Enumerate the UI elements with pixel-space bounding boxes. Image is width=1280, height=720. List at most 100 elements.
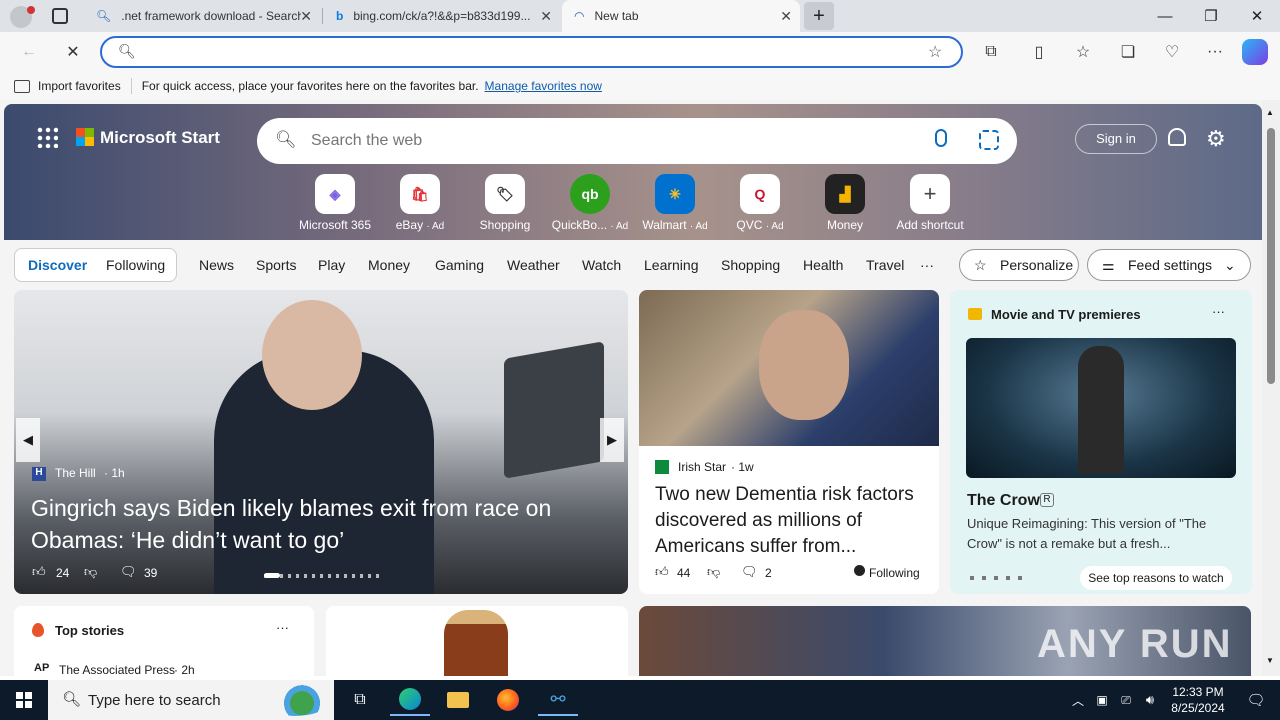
favorite-star-icon[interactable]: ☆ bbox=[928, 42, 942, 62]
extensions-icon[interactable]: ⧉ bbox=[976, 38, 1006, 66]
tab-actions-icon[interactable] bbox=[52, 8, 68, 24]
address-input[interactable] bbox=[148, 42, 908, 62]
dislike-icon[interactable]: 👎︎ bbox=[84, 564, 97, 580]
microphone-icon[interactable] bbox=[935, 129, 947, 147]
hero-story-card[interactable]: ◀ ▶ H The Hill · 1h Gingrich says Biden … bbox=[14, 290, 628, 594]
card-header[interactable]: Top stories bbox=[55, 623, 124, 638]
split-screen-icon[interactable]: ▯ bbox=[1024, 38, 1054, 66]
visual-search-icon[interactable] bbox=[979, 130, 999, 150]
close-icon[interactable]: ✕ bbox=[300, 8, 312, 25]
bottle-ad-card[interactable] bbox=[326, 606, 628, 676]
import-favorites-button[interactable]: Import favorites bbox=[38, 79, 121, 93]
firefox-icon[interactable] bbox=[488, 684, 528, 716]
nav-weather[interactable]: Weather bbox=[507, 248, 560, 282]
nav-health[interactable]: Health bbox=[803, 248, 843, 282]
file-explorer-icon[interactable] bbox=[438, 684, 478, 716]
new-tab-button[interactable]: + bbox=[804, 2, 834, 30]
nav-shopping[interactable]: Shopping bbox=[721, 248, 780, 282]
start-button[interactable] bbox=[4, 684, 44, 716]
card-pager-dots[interactable] bbox=[970, 576, 1024, 580]
story-source[interactable]: The Associated Press bbox=[59, 663, 175, 676]
dislike-icon[interactable]: 👎︎ bbox=[707, 564, 720, 580]
nav-play[interactable]: Play bbox=[318, 248, 345, 282]
card-more-icon[interactable]: ··· bbox=[1212, 304, 1225, 319]
back-button[interactable]: ← bbox=[14, 38, 44, 66]
manage-favorites-link[interactable]: Manage favorites now bbox=[485, 79, 602, 93]
stop-button[interactable]: ✕ bbox=[58, 38, 88, 66]
story-source[interactable]: Irish Star bbox=[678, 460, 726, 474]
scroll-down-arrow[interactable]: ▼ bbox=[1266, 656, 1274, 665]
like-icon[interactable]: 👍︎ bbox=[655, 564, 669, 580]
story-source[interactable]: The Hill bbox=[55, 466, 96, 480]
scroll-up-arrow[interactable]: ▲ bbox=[1266, 108, 1274, 117]
dementia-story-card[interactable]: Irish Star · 1w Two new Dementia risk fa… bbox=[639, 290, 939, 594]
close-icon[interactable]: ✕ bbox=[780, 8, 792, 25]
app-icon[interactable]: ⚯ bbox=[538, 684, 578, 716]
tab-following[interactable]: Following bbox=[106, 248, 165, 282]
shortcut-quickbooks[interactable]: qb QuickBo... · Ad bbox=[545, 174, 635, 232]
browser-essentials-icon[interactable]: ♡ bbox=[1157, 38, 1187, 66]
shortcut-shopping[interactable]: 🏷 Shopping bbox=[460, 174, 550, 232]
story-headline[interactable]: Gingrich says Biden likely blames exit f… bbox=[31, 492, 611, 556]
notification-center-icon[interactable]: 🗨︎ bbox=[1236, 684, 1276, 716]
tab-bing[interactable]: b bing.com/ck/a?!&&p=b833d199... ✕ bbox=[324, 0, 560, 32]
task-view-icon[interactable]: ⧉ bbox=[340, 684, 380, 716]
nav-travel[interactable]: Travel bbox=[866, 248, 904, 282]
page-scrollbar[interactable]: ▲ ▼ bbox=[1262, 100, 1280, 676]
clock[interactable]: 12:33 PM 8/25/2024 bbox=[1160, 684, 1236, 716]
favorites-icon[interactable]: ☆ bbox=[1068, 38, 1098, 66]
apps-grid-icon[interactable] bbox=[36, 126, 58, 148]
tab-new-tab[interactable]: ◠ New tab ✕ bbox=[562, 0, 800, 32]
card-more-icon[interactable]: ··· bbox=[276, 620, 289, 635]
close-icon[interactable]: ✕ bbox=[540, 8, 552, 25]
shortcut-microsoft-365[interactable]: ◈ Microsoft 365 bbox=[290, 174, 380, 232]
restore-button[interactable]: ❐ bbox=[1188, 0, 1234, 32]
web-search-box[interactable]: 🔍︎ bbox=[257, 118, 1017, 164]
new-tab-page: Microsoft Start 🔍︎ Sign in ⚙ ◈Microsoft … bbox=[0, 100, 1262, 676]
tab-search[interactable]: 🔍︎ .net framework download - Search ✕ bbox=[84, 0, 320, 32]
brand-name[interactable]: Microsoft Start bbox=[100, 128, 220, 148]
following-label[interactable]: Following bbox=[869, 566, 920, 580]
address-bar[interactable]: 🔍︎ ☆ bbox=[100, 36, 963, 68]
feed-settings-button[interactable]: ⚌ Feed settings ⌄ bbox=[1087, 249, 1251, 281]
web-search-input[interactable] bbox=[311, 130, 891, 152]
shortcut-money[interactable]: ▟ Money bbox=[800, 174, 890, 232]
nav-watch[interactable]: Watch bbox=[582, 248, 621, 282]
nav-sports[interactable]: Sports bbox=[256, 248, 296, 282]
news-image-card[interactable]: ANY RUN bbox=[639, 606, 1251, 676]
copilot-icon[interactable] bbox=[1242, 39, 1268, 65]
more-menu-icon[interactable]: ··· bbox=[1200, 38, 1230, 66]
nav-money[interactable]: Money bbox=[368, 248, 410, 282]
shortcut-walmart[interactable]: ✳ Walmart · Ad bbox=[630, 174, 720, 232]
tab-discover[interactable]: Discover bbox=[28, 248, 87, 282]
movie-premieres-card[interactable]: Movie and TV premieres ··· The Crow R Un… bbox=[950, 290, 1252, 594]
personalize-button[interactable]: ☆ Personalize bbox=[959, 249, 1079, 281]
edge-taskbar-icon[interactable] bbox=[390, 684, 430, 716]
story-headline[interactable]: Two new Dementia risk factors discovered… bbox=[655, 482, 930, 560]
scroll-thumb[interactable] bbox=[1267, 128, 1275, 384]
nav-more-icon[interactable]: ··· bbox=[920, 248, 934, 282]
taskbar-search-box[interactable]: 🔍︎ Type here to search bbox=[48, 680, 334, 720]
close-window-button[interactable]: ✕ bbox=[1234, 0, 1280, 32]
carousel-dots[interactable] bbox=[264, 574, 382, 578]
sign-in-button[interactable]: Sign in bbox=[1075, 124, 1157, 154]
nav-gaming[interactable]: Gaming bbox=[435, 248, 484, 282]
nav-news[interactable]: News bbox=[199, 248, 234, 282]
minimize-button[interactable]: — bbox=[1142, 0, 1188, 32]
comment-icon[interactable]: 🗨︎ bbox=[120, 564, 137, 580]
collections-icon[interactable]: ❏ bbox=[1113, 38, 1143, 66]
movie-title[interactable]: The Crow bbox=[967, 492, 1040, 510]
settings-gear-icon[interactable]: ⚙ bbox=[1206, 126, 1226, 152]
like-icon[interactable]: 👍︎ bbox=[32, 564, 46, 580]
story-age: · 2h bbox=[174, 663, 195, 676]
shortcut-ebay[interactable]: 🛍 eBay · Ad bbox=[375, 174, 465, 232]
shortcut-qvc[interactable]: Q QVC · Ad bbox=[715, 174, 805, 232]
see-reasons-button[interactable]: See top reasons to watch bbox=[1080, 566, 1232, 590]
carousel-next-button[interactable]: ▶ bbox=[600, 418, 624, 462]
notifications-icon[interactable] bbox=[1168, 128, 1186, 146]
comment-icon[interactable]: 🗨︎ bbox=[741, 564, 758, 580]
nav-learning[interactable]: Learning bbox=[644, 248, 699, 282]
card-header[interactable]: Movie and TV premieres bbox=[991, 307, 1141, 322]
shortcut-add[interactable]: + Add shortcut bbox=[885, 174, 975, 232]
carousel-prev-button[interactable]: ◀ bbox=[16, 418, 40, 462]
